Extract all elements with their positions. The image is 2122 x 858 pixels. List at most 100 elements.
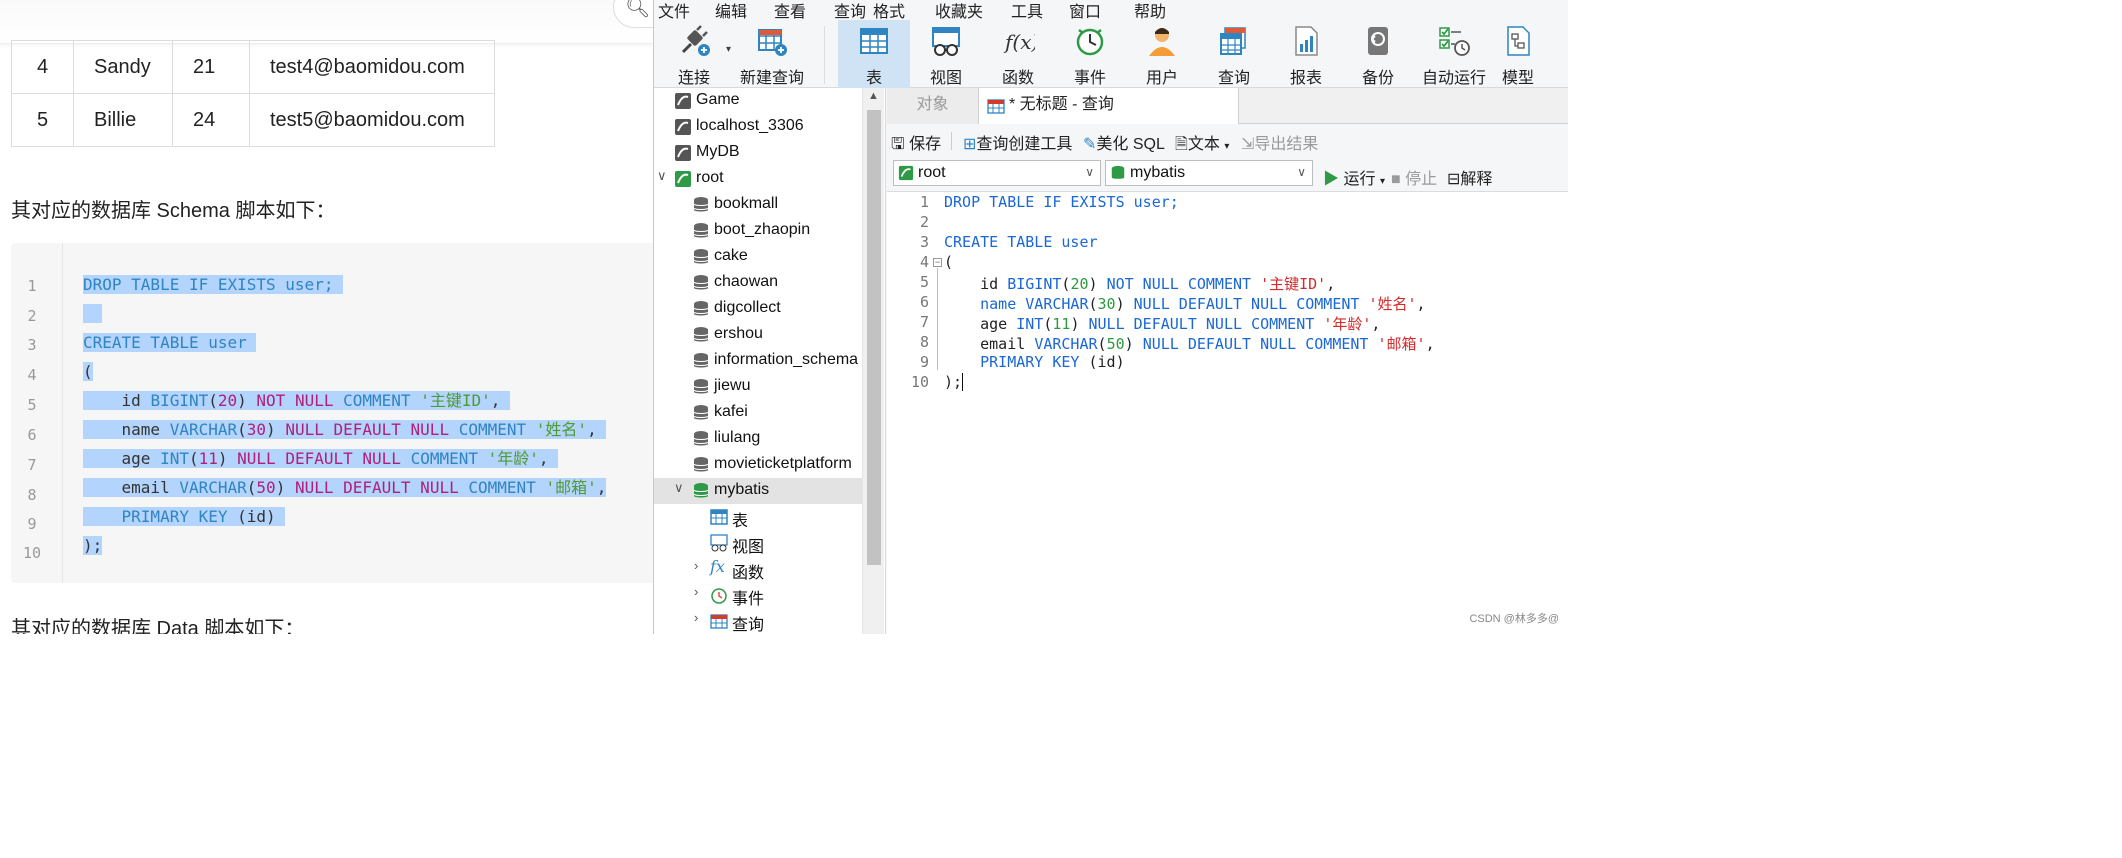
chevron-right-icon[interactable]: › xyxy=(694,558,698,573)
run-button[interactable]: ▶ 运行 ▾ xyxy=(1323,165,1385,189)
report-tool-button[interactable]: 报表 xyxy=(1270,20,1342,88)
sql-token: '主键ID' xyxy=(1260,275,1327,293)
chevron-right-icon[interactable]: › xyxy=(694,610,698,625)
watermark: CSDN @林多多@ xyxy=(1469,613,1559,625)
sql-token: 11 xyxy=(1052,315,1071,333)
menu-format[interactable]: 格式 xyxy=(873,0,905,22)
nav-mybatis-tables[interactable]: 表 xyxy=(654,504,862,530)
code-line: PRIMARY KEY (id) xyxy=(83,502,286,531)
nav-db-mybatis[interactable]: ∨ mybatis xyxy=(654,478,862,504)
scrollbar-thumb[interactable] xyxy=(867,110,881,565)
connect-button[interactable]: 连接 xyxy=(664,20,724,88)
nav-db-liulang[interactable]: liulang xyxy=(654,426,862,452)
sql-token: '年龄' xyxy=(1323,315,1372,333)
chevron-right-icon[interactable]: › xyxy=(694,584,698,599)
query-tool-button[interactable]: 查询 xyxy=(1198,20,1270,88)
user-tool-label: 用户 xyxy=(1145,70,1178,87)
nav-db-ershou[interactable]: ershou xyxy=(654,322,862,348)
chevron-down-icon[interactable]: ▾ xyxy=(726,44,731,55)
database-select[interactable]: mybatis ∨ xyxy=(1105,160,1313,186)
sql-open-paren: ( xyxy=(83,362,93,381)
nav-db-jiewu[interactable]: jiewu xyxy=(654,374,862,400)
database-open-icon xyxy=(1111,165,1125,179)
tab-untitled-query[interactable]: * 无标题 - 查询 xyxy=(979,88,1239,124)
nav-db-bookmall[interactable]: bookmall xyxy=(654,192,862,218)
backup-tool-button[interactable]: 备份 xyxy=(1342,20,1414,88)
new-query-button[interactable]: 新建查询 xyxy=(736,20,808,88)
sql-token: NULL DEFAULT NULL xyxy=(1088,315,1243,333)
sql-token: COMMENT xyxy=(1305,335,1369,353)
nav-db-information-schema[interactable]: information_schema xyxy=(654,348,862,374)
new-query-icon xyxy=(758,29,787,56)
function-tool-button[interactable]: f(x) 函数 xyxy=(982,20,1054,88)
nav-item-label: movieticketplatform xyxy=(714,455,852,472)
table-cell-id: 5 xyxy=(11,93,74,147)
beautify-sql-button[interactable]: ✎美化 SQL xyxy=(1083,130,1165,154)
nav-mybatis-views[interactable]: 视图 xyxy=(654,530,862,556)
menu-window[interactable]: 窗口 xyxy=(1069,0,1101,22)
tab-title: * 无标题 - 查询 xyxy=(1009,96,1114,113)
builder-label: 查询创建工具 xyxy=(976,136,1073,153)
explain-button[interactable]: ⊟解释 xyxy=(1447,165,1492,189)
nav-mybatis-queries[interactable]: › 查询 xyxy=(654,608,862,634)
sql-token: '邮箱' xyxy=(1377,335,1426,353)
connection-select[interactable]: root ∨ xyxy=(893,160,1101,186)
connection-open-icon xyxy=(675,171,691,187)
code-line: DROP TABLE IF EXISTS user; xyxy=(944,193,1179,211)
clock-icon xyxy=(1076,28,1104,56)
menu-tools[interactable]: 工具 xyxy=(1011,0,1043,22)
navigator-scrollbar[interactable]: ▲ xyxy=(862,88,884,634)
fold-toggle-icon[interactable]: − xyxy=(933,258,942,267)
scroll-up-icon[interactable]: ▲ xyxy=(868,90,879,102)
nav-mybatis-events[interactable]: › 事件 xyxy=(654,582,862,608)
backup-tool-label: 备份 xyxy=(1361,70,1394,87)
view-tool-button[interactable]: 视图 xyxy=(910,20,982,88)
nav-connection-game[interactable]: Game xyxy=(654,88,862,114)
query-tool-label: 查询 xyxy=(1217,70,1250,87)
menu-file[interactable]: 文件 xyxy=(658,0,690,22)
nav-item-label: 表 xyxy=(732,513,749,530)
menu-favorites[interactable]: 收藏夹 xyxy=(935,0,983,22)
sql-token: INT xyxy=(160,449,189,468)
code-line: ); xyxy=(944,373,973,391)
menu-help[interactable]: 帮助 xyxy=(1134,0,1166,22)
line-number: 4 xyxy=(27,366,37,384)
menu-query[interactable]: 查询 xyxy=(834,0,866,22)
schema-code-block[interactable]: 1 2 3 4 5 6 7 8 9 10 DROP TABLE IF EXIST… xyxy=(11,243,653,583)
database-select-value: mybatis xyxy=(1130,164,1186,181)
connect-label: 连接 xyxy=(677,70,710,87)
stop-icon: ■ xyxy=(1391,171,1401,188)
nav-db-boot-zhaopin[interactable]: boot_zhaopin xyxy=(654,218,862,244)
query-builder-button[interactable]: ⊞查询创建工具 xyxy=(963,130,1072,154)
automation-tool-label: 自动运行 xyxy=(1421,70,1486,87)
sql-token: NULL DEFAULT NULL xyxy=(1142,335,1297,353)
table-cell-age: 24 xyxy=(172,93,250,147)
nav-mybatis-functions[interactable]: › fx 函数 xyxy=(654,556,862,582)
nav-db-cake[interactable]: cake xyxy=(654,244,862,270)
event-tool-button[interactable]: 事件 xyxy=(1054,20,1126,88)
user-tool-button[interactable]: 用户 xyxy=(1126,20,1198,88)
nav-db-digcollect[interactable]: digcollect xyxy=(654,296,862,322)
chevron-down-icon[interactable]: ∨ xyxy=(674,480,684,496)
table-icon xyxy=(860,28,888,54)
table-tool-button[interactable]: 表 xyxy=(838,20,910,88)
nav-db-movieticketplatform[interactable]: movieticketplatform xyxy=(654,452,862,478)
menu-edit[interactable]: 编辑 xyxy=(715,0,747,22)
nav-db-kafei[interactable]: kafei xyxy=(654,400,862,426)
chevron-down-icon[interactable]: ∨ xyxy=(657,168,667,184)
sql-token: '主键ID' xyxy=(420,391,491,410)
export-results-button[interactable]: ⇲导出结果 xyxy=(1241,130,1318,154)
menu-view[interactable]: 查看 xyxy=(774,0,806,22)
new-query-label: 新建查询 xyxy=(739,70,804,87)
tab-objects[interactable]: 对象 xyxy=(887,88,979,124)
automation-tool-button[interactable]: 自动运行 xyxy=(1414,20,1494,88)
nav-connection-mydb[interactable]: MyDB xyxy=(654,140,862,166)
code-line: DROP TABLE IF EXISTS user; xyxy=(83,270,344,299)
nav-connection-localhost[interactable]: localhost_3306 xyxy=(654,114,862,140)
model-tool-button[interactable]: 模型 xyxy=(1490,20,1546,88)
sql-editor[interactable]: 1 2 3 4 5 6 7 8 9 10 − DROP TABLE IF EXI… xyxy=(887,192,1568,634)
nav-db-chaowan[interactable]: chaowan xyxy=(654,270,862,296)
nav-connection-root[interactable]: ∨ root xyxy=(654,166,862,192)
sql-token: 50 xyxy=(1106,335,1125,353)
stop-button[interactable]: ■ 停止 xyxy=(1391,165,1437,189)
